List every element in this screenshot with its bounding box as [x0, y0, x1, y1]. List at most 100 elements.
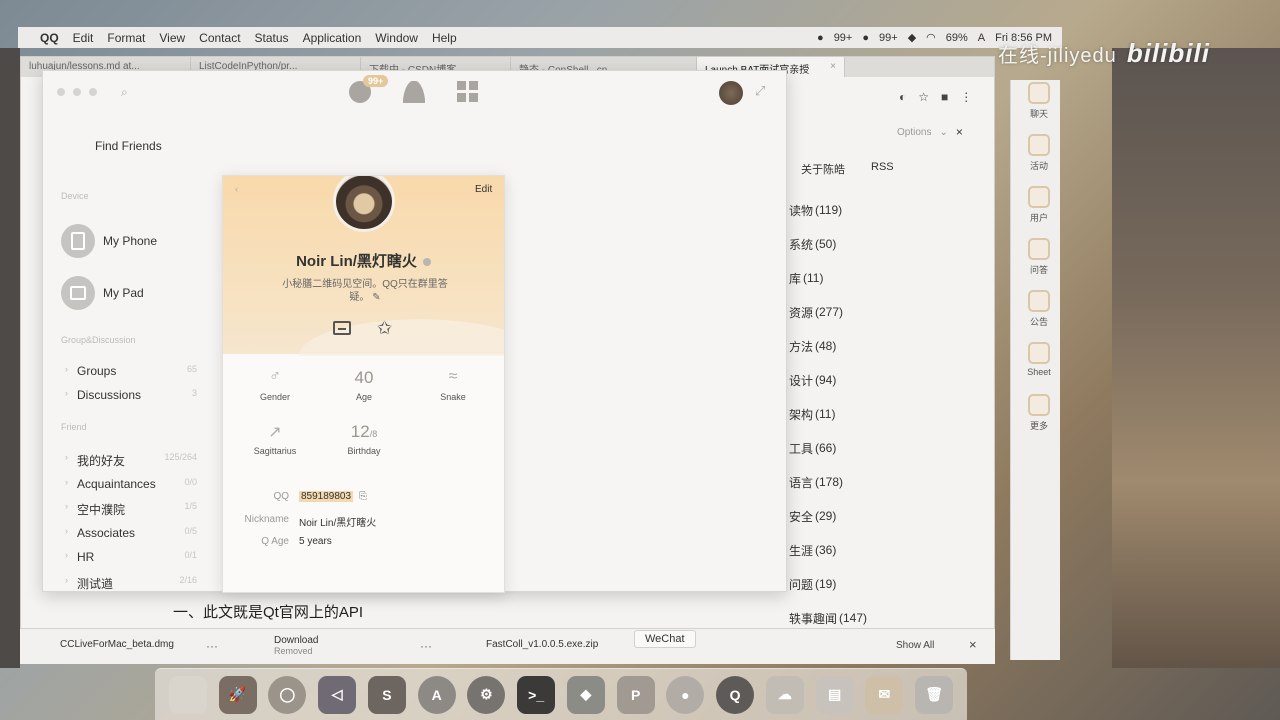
sidebar-item-qa[interactable]: 问答	[1020, 238, 1058, 290]
download-item[interactable]: FastColl_v1.0.0.5.exe.zip	[486, 639, 598, 650]
zoom-window-icon[interactable]	[89, 88, 97, 96]
nav-rss[interactable]: RSS	[871, 161, 894, 177]
edit-button[interactable]: Edit	[475, 184, 492, 195]
menu-application[interactable]: Application	[303, 31, 362, 45]
category-item[interactable]: 读物 (119)	[789, 193, 867, 227]
bookmark-star-icon[interactable]: ☆	[918, 90, 929, 104]
finder-icon[interactable]	[168, 675, 207, 714]
menu-help[interactable]: Help	[432, 31, 457, 45]
find-friends-button[interactable]: Find Friends	[95, 139, 162, 153]
back-icon[interactable]: ‹	[235, 184, 238, 194]
qq-icon[interactable]: Q	[716, 675, 755, 714]
star-icon[interactable]: ✩	[377, 319, 392, 337]
pencil-icon[interactable]: ✎	[372, 292, 380, 303]
category-item[interactable]: 资源 (277)	[789, 295, 867, 329]
download-item[interactable]: CCLiveForMac_beta.dmg	[60, 639, 174, 650]
battery-percent[interactable]: 69%	[946, 32, 968, 44]
show-all-link[interactable]: Show All	[896, 640, 934, 651]
mail-icon[interactable]	[333, 321, 351, 335]
category-item[interactable]: 生涯 (36)	[789, 533, 867, 567]
trash-icon[interactable]: 🗑	[915, 675, 954, 714]
extension-icon-2[interactable]: ■	[941, 90, 948, 104]
document-icon[interactable]: ▤	[815, 675, 854, 714]
friend-group-item[interactable]: › HR 0/1	[65, 550, 197, 564]
category-item[interactable]: 库 (11)	[789, 261, 867, 295]
powerpoint-icon[interactable]: P	[616, 675, 655, 714]
category-item[interactable]: 架构 (11)	[789, 397, 867, 431]
search-icon[interactable]: ⌕	[121, 85, 128, 100]
friend-group-item[interactable]: › Associates 0/5	[65, 526, 197, 540]
nav-about[interactable]: 关于陈皓	[801, 161, 845, 177]
friend-group-item[interactable]: › 测试遒 2/16	[65, 575, 197, 592]
launchpad-icon[interactable]: 🚀	[218, 675, 257, 714]
vscode-icon[interactable]: ◁	[318, 675, 357, 714]
list-count: 2/16	[179, 574, 197, 585]
system-preferences-icon[interactable]: ⚙	[467, 675, 506, 714]
menu-format[interactable]: Format	[107, 31, 145, 45]
extension-icon[interactable]: ◐	[899, 90, 906, 104]
copy-icon[interactable]: ⎘	[359, 491, 367, 502]
menu-app-name[interactable]: QQ	[40, 31, 59, 45]
list-item-groups[interactable]: › Groups 65	[65, 364, 197, 378]
list-count: 3	[191, 388, 197, 398]
messages-tab-icon[interactable]: 99+	[349, 75, 389, 103]
sidebar-item-chat[interactable]: 聊天	[1020, 82, 1058, 134]
category-item[interactable]: 设计 (94)	[789, 363, 867, 397]
contacts-tab-icon[interactable]	[403, 81, 425, 103]
download-more-icon[interactable]: ···	[206, 639, 218, 653]
category-item[interactable]: 语言 (178)	[789, 465, 867, 499]
qq-badge: 99+	[833, 31, 853, 44]
input-source-icon[interactable]: A	[978, 32, 985, 44]
menu-status[interactable]: Status	[255, 31, 289, 45]
menu-edit[interactable]: Edit	[73, 31, 94, 45]
sidebar-item-activity[interactable]: 活动	[1020, 134, 1058, 186]
wechat-status-icon[interactable]: ●	[862, 32, 869, 44]
close-download-bar-icon[interactable]: ×	[969, 637, 977, 652]
menu-dots-icon[interactable]: ⋮	[960, 90, 972, 104]
category-item[interactable]: 安全 (29)	[789, 499, 867, 533]
expand-icon[interactable]: ⤢	[755, 83, 765, 99]
download-more-icon[interactable]: ···	[420, 639, 432, 653]
wechat-icon[interactable]: ●	[666, 675, 705, 714]
list-item-discussions[interactable]: › Discussions 3	[65, 388, 197, 402]
menu-bar: QQ Edit Format View Contact Status Appli…	[18, 27, 1062, 48]
category-item[interactable]: 系统 (50)	[789, 227, 867, 261]
list-label: HR	[77, 550, 95, 564]
menu-contact[interactable]: Contact	[199, 31, 240, 45]
cloud-app-icon[interactable]: ☁	[765, 675, 804, 714]
device-my-pad[interactable]: My Pad	[61, 276, 144, 310]
menu-view[interactable]: View	[159, 31, 185, 45]
friend-group-item[interactable]: › 空中濮院 1/5	[65, 501, 197, 518]
app-store-icon[interactable]: A	[417, 675, 456, 714]
apps-tab-icon[interactable]	[457, 81, 479, 103]
sidebar-item-more[interactable]: 更多	[1020, 394, 1058, 446]
chevron-down-icon[interactable]: ⌄	[939, 127, 947, 138]
download-item-removed[interactable]: Download Removed	[274, 635, 318, 656]
category-item[interactable]: 工具 (66)	[789, 431, 867, 465]
menu-window[interactable]: Window	[375, 31, 418, 45]
find-options[interactable]: Options	[897, 127, 931, 138]
close-tab-icon[interactable]: ×	[830, 61, 836, 72]
evernote-icon[interactable]: ◆	[566, 675, 605, 714]
minimize-window-icon[interactable]	[73, 88, 81, 96]
profile-signature[interactable]: 小秘膳二维码见空间。QQ只在群里答疑。 ✎	[275, 278, 455, 304]
friend-group-item[interactable]: › 我的好友 125/264	[65, 452, 197, 469]
evernote-status-icon[interactable]: ◆	[908, 31, 916, 44]
avatar[interactable]	[719, 81, 743, 105]
wifi-icon[interactable]: ◠	[926, 31, 936, 44]
device-my-phone[interactable]: My Phone	[61, 224, 157, 258]
close-find-icon[interactable]: ×	[956, 125, 963, 139]
sidebar-item-users[interactable]: 用户	[1020, 186, 1058, 238]
terminal-icon[interactable]: >_	[517, 675, 556, 714]
category-item[interactable]: 方法 (48)	[789, 329, 867, 363]
category-item[interactable]: 问题 (19)	[789, 567, 867, 601]
qq-number[interactable]: 859189803	[299, 491, 354, 502]
sidebar-item-notice[interactable]: 公告	[1020, 290, 1058, 342]
safari-icon[interactable]: ◯	[268, 675, 307, 714]
sidebar-item-sheet[interactable]: Sheet	[1020, 342, 1058, 394]
friend-group-item[interactable]: › Acquaintances 0/0	[65, 477, 197, 491]
qq-status-icon[interactable]: ●	[817, 32, 824, 44]
sublime-icon[interactable]: S	[367, 675, 406, 714]
postcard-icon[interactable]: ✉	[865, 675, 904, 714]
close-window-icon[interactable]	[57, 88, 65, 96]
